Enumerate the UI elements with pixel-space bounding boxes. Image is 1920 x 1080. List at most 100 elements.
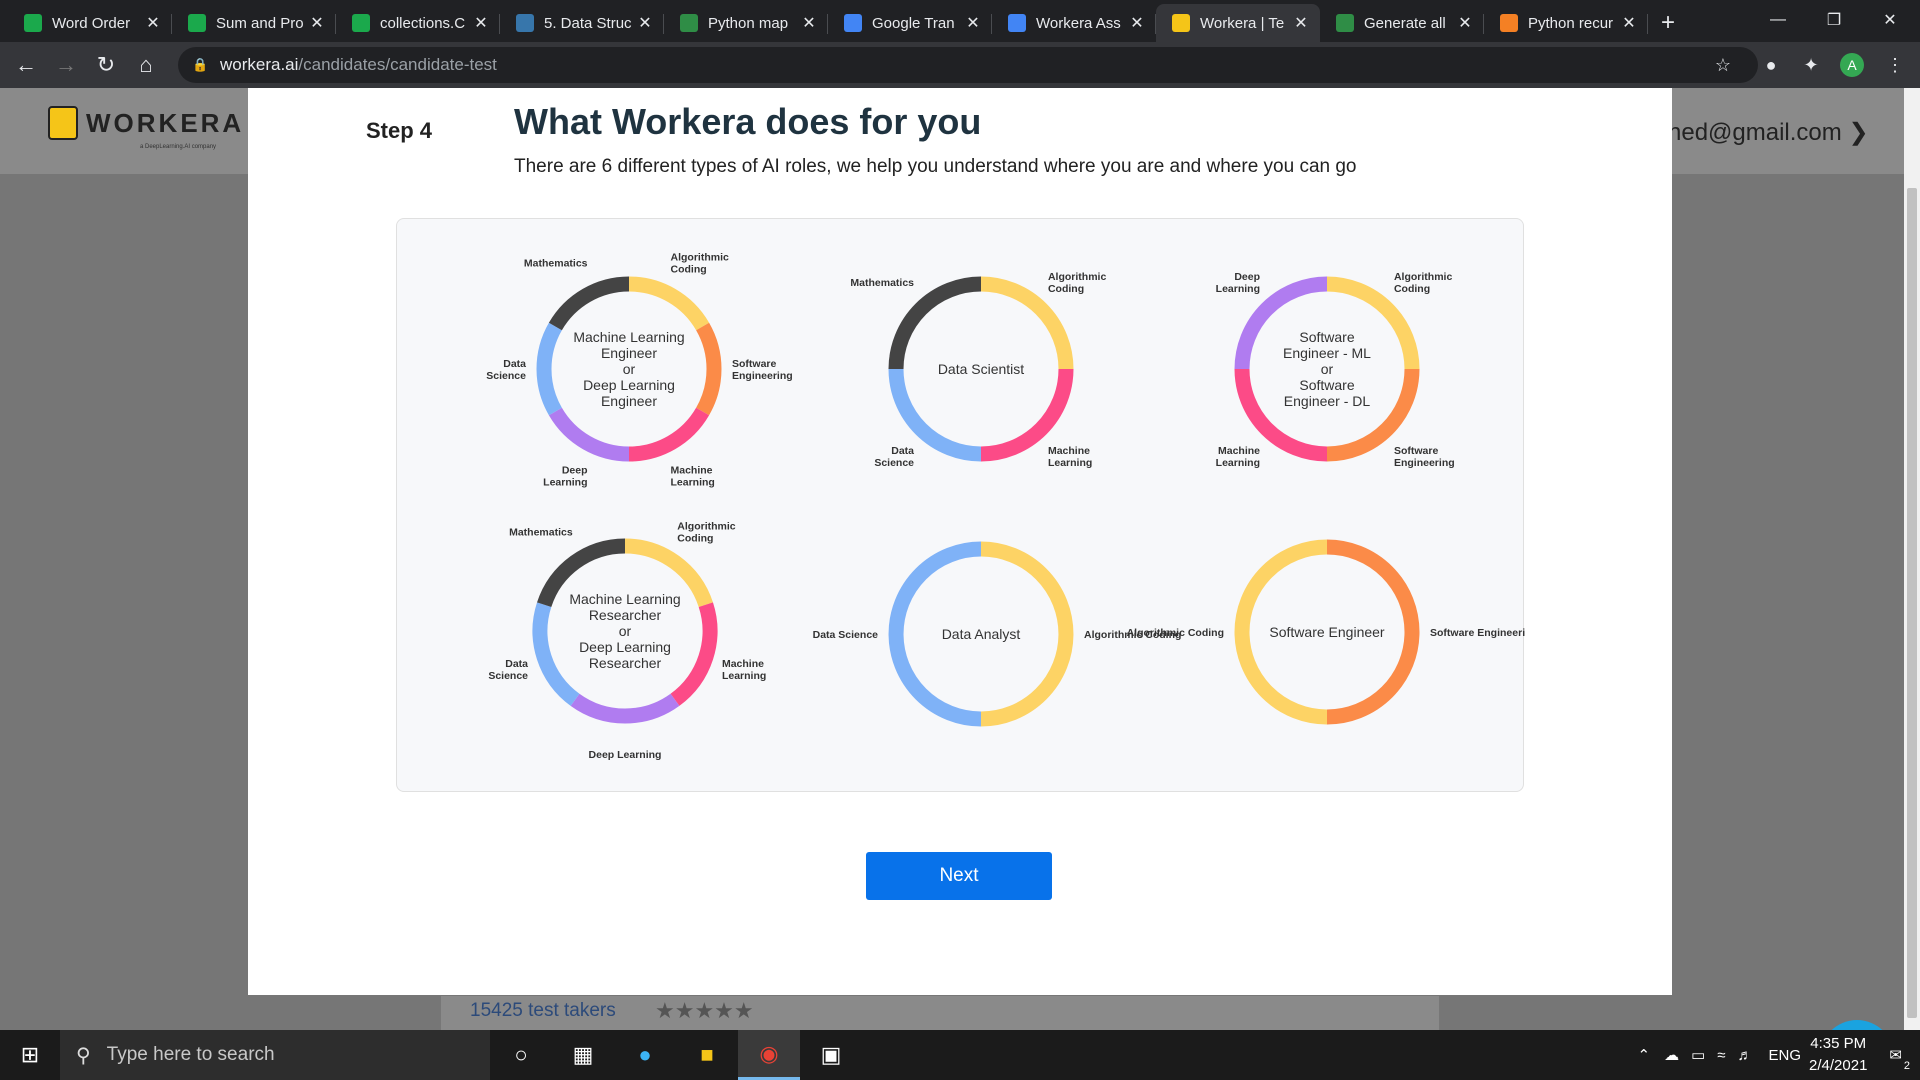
role-segment-label: Software Engineering: [1394, 445, 1455, 469]
next-button[interactable]: Next: [866, 852, 1052, 900]
tab-separator: [1647, 14, 1648, 34]
chrome-icon[interactable]: ◉: [738, 1030, 800, 1080]
tab-close-icon[interactable]: ✕: [1292, 13, 1310, 33]
browser-tab[interactable]: Workera | Te ✕: [1156, 4, 1320, 42]
tab-title: Workera Ass: [1036, 14, 1121, 32]
tab-close-icon[interactable]: ✕: [964, 13, 982, 33]
back-icon[interactable]: ←: [6, 45, 46, 85]
account-menu[interactable]: ned@gmail.com ❯: [1668, 118, 1869, 147]
web-page: WORKERA a DeepLearning.AI company ned@gm…: [0, 88, 1904, 1030]
role-segment-label: Data Science: [813, 629, 879, 641]
browser-tab[interactable]: Word Order ✕: [8, 4, 172, 42]
windows-start-icon[interactable]: ⊞: [0, 1030, 60, 1080]
tab-close-icon[interactable]: ✕: [636, 13, 654, 33]
role-segment-arc: [536, 322, 562, 416]
search-placeholder: Type here to search: [106, 1044, 275, 1065]
browser-tab[interactable]: Generate all ✕: [1320, 4, 1484, 42]
browser-tab[interactable]: collections.C ✕: [336, 4, 500, 42]
url-host: workera.ai: [220, 55, 299, 74]
role-segment-arc: [628, 407, 710, 462]
role-diagram: Software Engineering Algorithmic Coding So…: [1127, 539, 1538, 725]
role-segment-arc: [628, 276, 710, 331]
menu-kebab-icon[interactable]: ⋮: [1880, 50, 1910, 80]
chat-launcher-button[interactable]: [1820, 1020, 1894, 1030]
role-segment-label: Software Engineering: [1430, 627, 1525, 639]
notification-center-icon[interactable]: ✉ 2: [1889, 1046, 1910, 1072]
tab-close-icon[interactable]: ✕: [144, 13, 162, 33]
google-translate-icon: [844, 14, 862, 32]
modal-title: What Workera does for you: [514, 101, 982, 142]
workera-logo[interactable]: WORKERA a DeepLearning.AI company: [48, 106, 245, 150]
role-segment-label: Data Science: [874, 445, 914, 469]
browser-tab[interactable]: 5. Data Struc ✕: [500, 4, 664, 42]
minimize-icon[interactable]: —: [1750, 0, 1806, 40]
tab-close-icon[interactable]: ✕: [308, 13, 326, 33]
tab-title: collections.C: [380, 14, 466, 32]
extensions-puzzle-icon[interactable]: ✦: [1796, 50, 1826, 80]
battery-icon[interactable]: ▭: [1691, 1046, 1705, 1064]
bookmark-star-icon[interactable]: ☆: [1708, 50, 1738, 80]
browser-tab[interactable]: Sum and Pro ✕: [172, 4, 336, 42]
wifi-icon[interactable]: ≈: [1717, 1047, 1725, 1064]
reload-icon[interactable]: ↻: [86, 45, 126, 85]
onedrive-icon[interactable]: ☁: [1664, 1046, 1679, 1064]
volume-icon[interactable]: ♬: [1738, 1047, 1753, 1064]
browser-tab[interactable]: Python map ✕: [664, 4, 828, 42]
tab-list: Word Order ✕ Sum and Pro ✕ collections.C ✕ 5. …: [0, 0, 1648, 42]
role-segment-arc: [670, 602, 718, 706]
role-segment-arc: [548, 276, 630, 331]
window-close-icon[interactable]: ✕: [1862, 0, 1918, 40]
role-segment-label: Machine Learning: [1216, 445, 1260, 469]
notification-count: 2: [1903, 1060, 1910, 1072]
tab-close-icon[interactable]: ✕: [1128, 13, 1146, 33]
tray-chevron-up-icon[interactable]: ⌃: [1638, 1046, 1651, 1064]
logo-text: WORKERA: [86, 107, 245, 138]
file-explorer-icon[interactable]: ■: [676, 1030, 738, 1080]
docs-icon: [1008, 14, 1026, 32]
tab-close-icon[interactable]: ✕: [472, 13, 490, 33]
roles-diagram: Algorithmic Coding Software Engineering Mach…: [486, 251, 1538, 761]
taskbar-search-box[interactable]: ⚲ Type here to search: [60, 1030, 490, 1080]
python-icon: [516, 14, 534, 32]
role-segment-label: Algorithmic Coding: [1127, 627, 1224, 639]
home-icon[interactable]: ⌂: [126, 45, 166, 85]
role-segment-label: Deep Learning: [589, 749, 662, 761]
chevron-down-icon: ❯: [1848, 119, 1869, 146]
browser-tab[interactable]: Google Tran ✕: [828, 4, 992, 42]
tab-title: Python recur: [1528, 14, 1614, 32]
tab-strip: Word Order ✕ Sum and Pro ✕ collections.C ✕ 5. …: [0, 0, 1920, 42]
browser-tab[interactable]: Python recur ✕: [1484, 4, 1648, 42]
role-segment-arc: [696, 322, 722, 416]
extension-icon[interactable]: ●: [1756, 50, 1786, 80]
new-tab-button[interactable]: +: [1648, 4, 1688, 42]
search-icon: ⚲: [76, 1044, 91, 1067]
tab-title: Workera | Te: [1200, 14, 1285, 32]
task-view-icon[interactable]: ▦: [552, 1030, 614, 1080]
page-scrollbar[interactable]: [1904, 88, 1920, 1030]
role-segment-label: Mathematics: [524, 257, 588, 269]
tab-close-icon[interactable]: ✕: [1456, 13, 1474, 33]
restore-icon[interactable]: ❐: [1806, 0, 1862, 40]
forward-icon[interactable]: →: [46, 45, 86, 85]
tab-close-icon[interactable]: ✕: [1620, 13, 1638, 33]
browser-tab[interactable]: Workera Ass ✕: [992, 4, 1156, 42]
clock-date: 2/4/2021: [1809, 1057, 1868, 1074]
workera-mascot-icon: [48, 106, 78, 140]
workera-icon: [1172, 14, 1190, 32]
clapper-app-icon[interactable]: ▣: [800, 1030, 862, 1080]
edge-icon[interactable]: ●: [614, 1030, 676, 1080]
profile-avatar[interactable]: A: [1840, 53, 1864, 77]
role-diagram: Algorithmic Coding Machine Learning Data Scie…: [850, 271, 1106, 469]
tab-title: Generate all: [1364, 14, 1446, 32]
scroll-thumb[interactable]: [1907, 188, 1917, 1018]
tab-close-icon[interactable]: ✕: [800, 13, 818, 33]
address-bar[interactable]: 🔒 workera.ai/candidates/candidate-test: [178, 47, 1758, 83]
clock[interactable]: 4:35 PM 2/4/2021: [1809, 1033, 1867, 1077]
url-path: /candidates/candidate-test: [298, 55, 497, 74]
role-name-label: Machine Learning Engineer or Deep Learning E…: [573, 329, 684, 409]
role-segment-label: Machine Learning: [1048, 445, 1092, 469]
language-indicator[interactable]: ENG: [1769, 1047, 1802, 1064]
step-modal: Step 4 What Workera does for you There a…: [248, 88, 1672, 995]
logo-subtitle: a DeepLearning.AI company: [140, 144, 217, 150]
cortana-icon[interactable]: ○: [490, 1030, 552, 1080]
